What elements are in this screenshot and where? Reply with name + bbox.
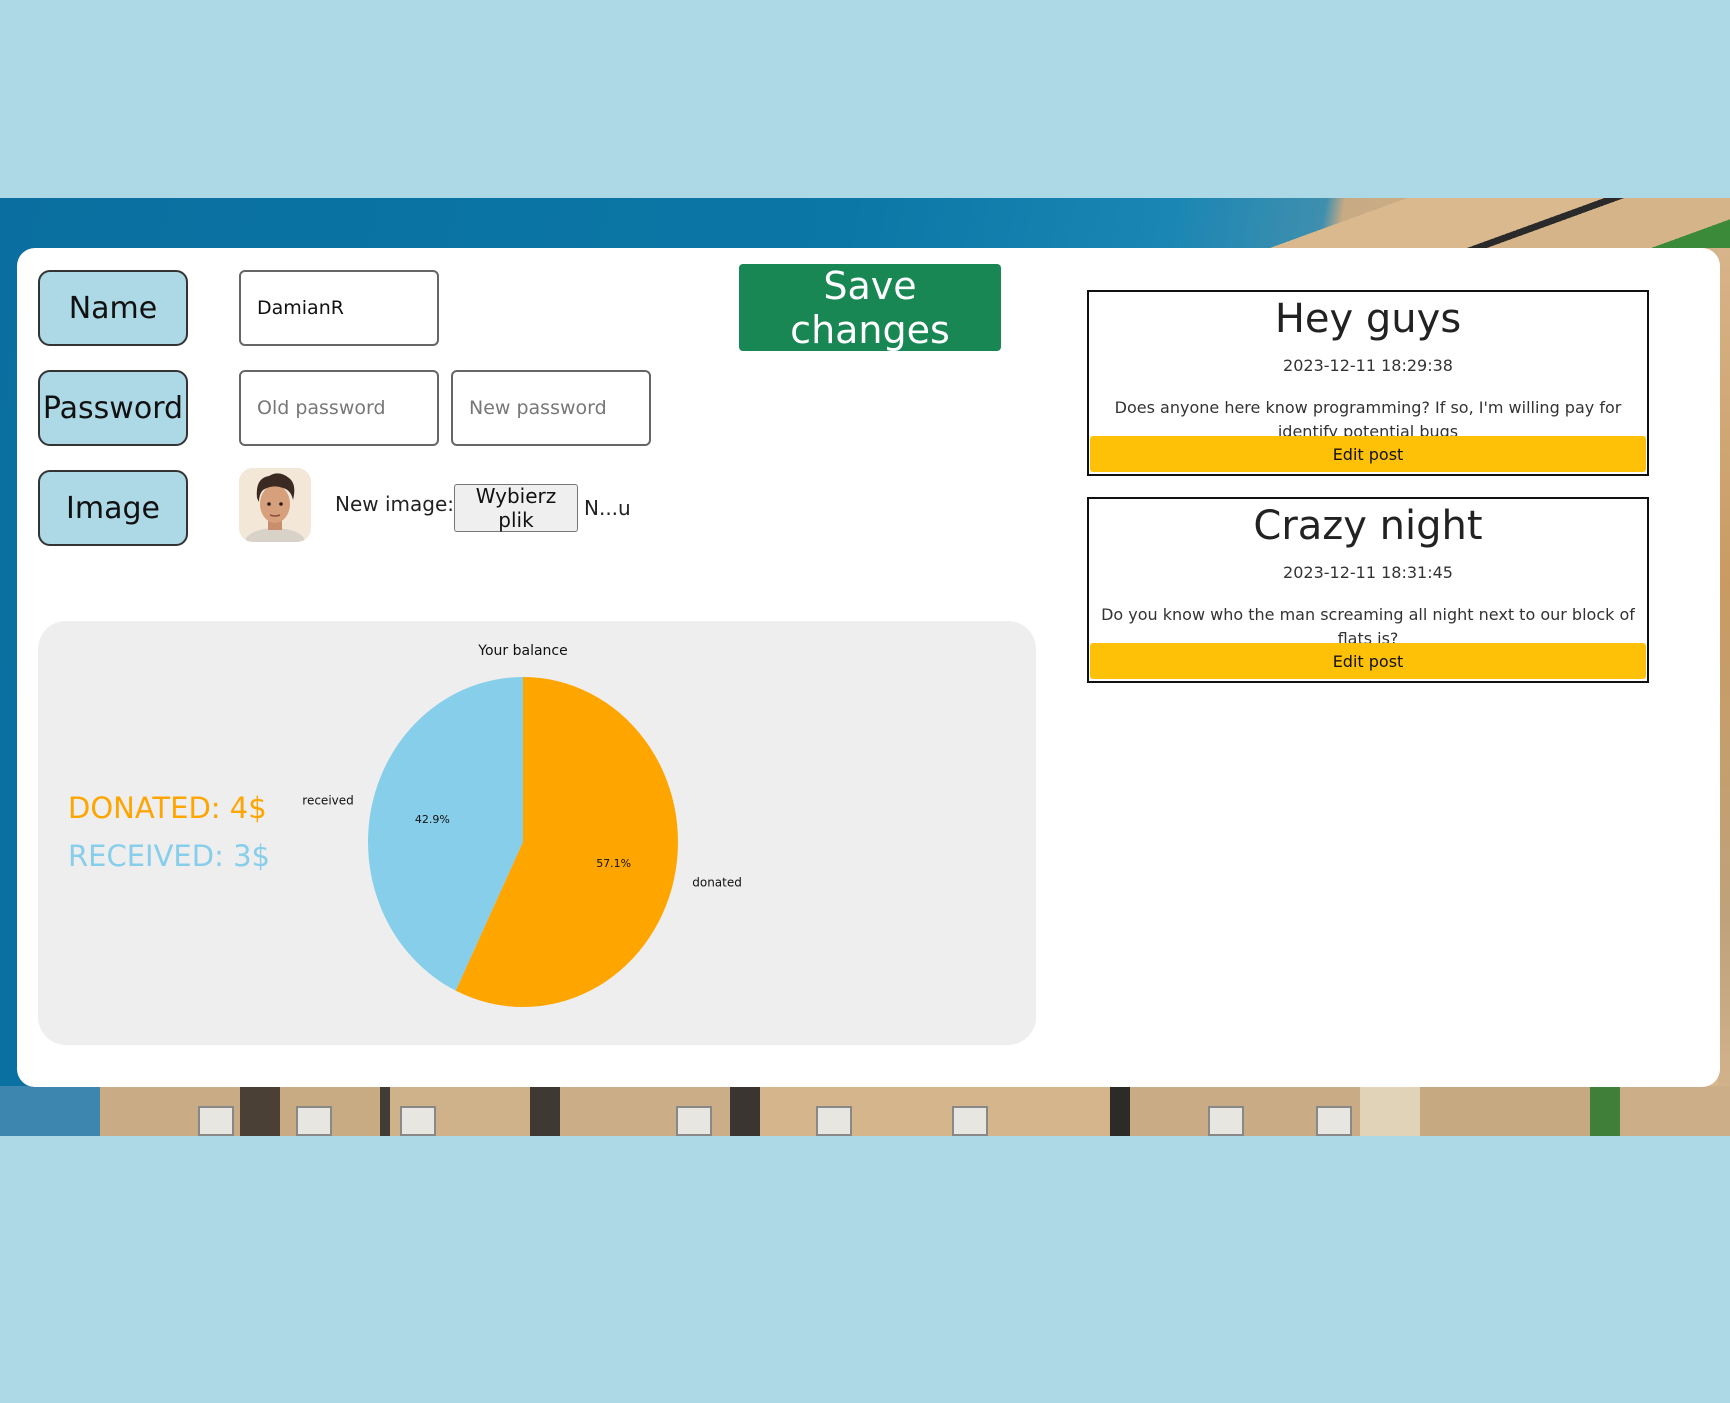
name-input[interactable] bbox=[239, 270, 439, 346]
post-date: 2023-12-11 18:29:38 bbox=[1283, 356, 1453, 375]
name-label-button[interactable]: Name bbox=[38, 270, 188, 346]
balance-pie-chart: 42.9% received 57.1% donated Your balance bbox=[302, 643, 742, 1007]
pie-category-label-received: received bbox=[302, 793, 353, 807]
choose-file-button[interactable]: Wybierz plik bbox=[454, 484, 578, 532]
image-label-button[interactable]: Image bbox=[38, 470, 188, 546]
pie-percent-label-received: 42.9% bbox=[415, 813, 450, 826]
edit-post-button[interactable]: Edit post bbox=[1090, 643, 1646, 679]
new-image-label: New image: bbox=[335, 492, 455, 516]
post-title: Hey guys bbox=[1274, 296, 1462, 342]
save-button[interactable]: Save changes bbox=[739, 264, 1001, 352]
window bbox=[676, 1106, 712, 1136]
window bbox=[400, 1106, 436, 1136]
building-top bbox=[1210, 198, 1730, 248]
avatar bbox=[239, 468, 311, 542]
building-bottom bbox=[0, 1086, 1730, 1136]
chart-title: Your balance bbox=[477, 643, 567, 659]
window bbox=[296, 1106, 332, 1136]
edit-post-button[interactable]: Edit post bbox=[1090, 436, 1646, 472]
post-body: Does anyone here know programming? If so… bbox=[1114, 398, 1622, 436]
window bbox=[1208, 1106, 1244, 1136]
post-date: 2023-12-11 18:31:45 bbox=[1283, 563, 1453, 582]
post-card: Hey guys 2023-12-11 18:29:38 Does anyone… bbox=[1087, 290, 1649, 476]
new-password-input[interactable] bbox=[451, 370, 651, 446]
password-label-button[interactable]: Password bbox=[38, 370, 188, 446]
page: Name Save changes Password Image New ima… bbox=[0, 0, 1730, 1403]
window bbox=[952, 1106, 988, 1136]
post-title: Crazy night bbox=[1253, 503, 1483, 549]
avatar-image bbox=[239, 468, 311, 542]
window bbox=[1316, 1106, 1352, 1136]
pie-category-label-donated: donated bbox=[692, 876, 742, 890]
balance-panel: DONATED: 4$ RECEIVED: 3$ 42.9% received 57… bbox=[38, 621, 1036, 1045]
pie-percent-label-donated: 57.1% bbox=[596, 857, 631, 870]
profile-card: Name Save changes Password Image New ima… bbox=[17, 248, 1720, 1087]
file-name-text: N...u bbox=[584, 496, 631, 520]
post-body: Do you know who the man screaming all ni… bbox=[1101, 605, 1635, 643]
post-card: Crazy night 2023-12-11 18:31:45 Do you k… bbox=[1087, 497, 1649, 683]
old-password-input[interactable] bbox=[239, 370, 439, 446]
window bbox=[198, 1106, 234, 1136]
window bbox=[816, 1106, 852, 1136]
